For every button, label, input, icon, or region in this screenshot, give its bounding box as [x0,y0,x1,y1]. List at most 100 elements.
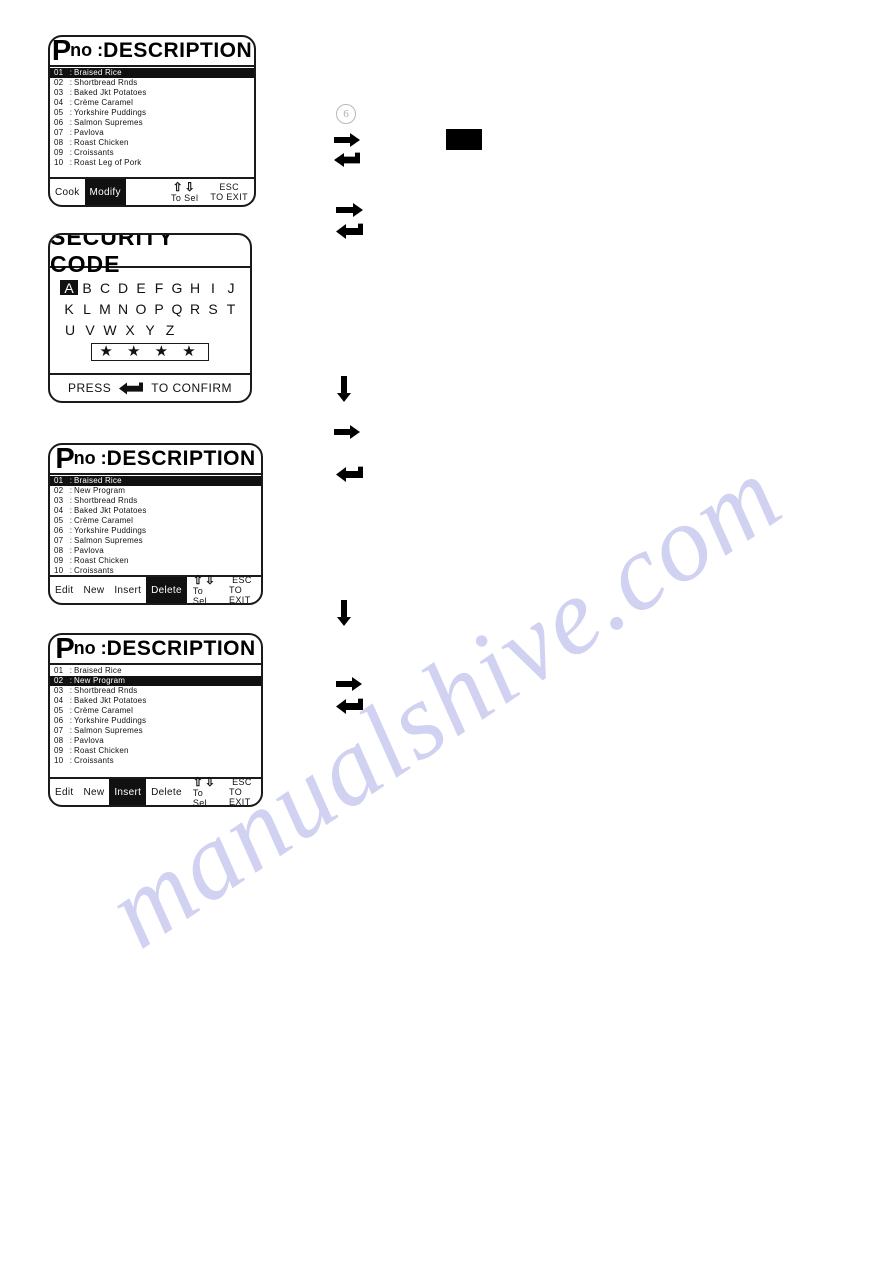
programme-row[interactable]: 01: Braised Rice [50,68,254,78]
softkey-modify[interactable]: Modify [84,179,126,205]
programme-number: 02 [54,486,64,495]
programme-name: Crème Caramel [74,98,134,107]
programme-row[interactable]: 04: Crème Caramel [50,98,254,108]
programme-row[interactable]: 07: Salmon Supremes [50,536,261,546]
programme-row[interactable]: 09: Roast Chicken [50,556,261,566]
programme-row[interactable]: 09: Croissants [50,148,254,158]
alphabet-key-c[interactable]: C [96,280,114,296]
programme-list-panel-1: P no : DESCRIPTION 01: Braised Rice 02: Sho… [48,35,256,207]
alphabet-key-l[interactable]: L [78,301,96,317]
panel-header-2: P no : DESCRIPTION [50,445,261,475]
programme-name: Shortbread Rnds [74,686,138,695]
alphabet-key-s[interactable]: S [204,301,222,317]
programme-number: 04 [54,696,64,705]
arrow-right-icon-4 [336,676,363,692]
alphabet-key-j[interactable]: J [222,280,240,296]
programme-row[interactable]: 03: Shortbread Rnds [50,496,261,506]
code-entry-field[interactable]: ★ ★ ★ ★ [91,343,209,361]
programme-name: Braised Rice [74,476,122,485]
programme-row[interactable]: 07: Salmon Supremes [50,726,261,736]
header-no-label: no : [70,40,104,60]
programme-rows-1: 01: Braised Rice 02: Shortbread Rnds 03: Bake… [50,67,254,168]
alphabet-key-r[interactable]: R [186,301,204,317]
alphabet-key-y[interactable]: Y [140,322,160,338]
alphabet-key-v[interactable]: V [80,322,100,338]
programme-row[interactable]: 09: Roast Chicken [50,746,261,756]
programme-row[interactable]: 06: Yorkshire Puddings [50,716,261,726]
up-down-arrows-icon: ⇧⇩ [192,774,217,789]
alphabet-key-d[interactable]: D [114,280,132,296]
programme-row[interactable]: 10: Croissants [50,756,261,766]
softkey-delete[interactable]: Delete [146,577,187,603]
programme-row[interactable]: 08: Roast Chicken [50,138,254,148]
softkey-edit[interactable]: Edit [50,577,78,603]
programme-row[interactable]: 05: Yorkshire Puddings [50,108,254,118]
programme-number: 03 [54,686,64,695]
softkey-insert[interactable]: Insert [109,577,146,603]
hint-exit-2: ESC TO EXIT [223,575,261,603]
programme-row[interactable]: 05: Crème Caramel [50,516,261,526]
softkey-edit[interactable]: Edit [50,779,78,805]
programme-number: 04 [54,506,64,515]
panel-header-3: P no : DESCRIPTION [50,635,261,665]
programme-number: 05 [54,108,64,117]
alphabet-key-b[interactable]: B [78,280,96,296]
alphabet-key-u[interactable]: U [60,322,80,338]
programme-row[interactable]: 08: Pavlova [50,736,261,746]
programme-row[interactable]: 01: Braised Rice [50,476,261,486]
programme-number: 10 [54,756,64,765]
header-description-label: DESCRIPTION [103,39,253,62]
programme-name: New Program [74,486,126,495]
alphabet-key-n[interactable]: N [114,301,132,317]
alphabet-key-a[interactable]: A [60,280,78,296]
hint-select-label-1: To Sel [170,192,199,203]
softkey-delete[interactable]: Delete [146,779,187,805]
programme-name: Braised Rice [74,666,122,675]
alphabet-key-o[interactable]: O [132,301,150,317]
programme-name: Pavlova [74,546,104,555]
programme-name: Shortbread Rnds [74,78,138,87]
programme-row[interactable]: 04: Baked Jkt Potatoes [50,506,261,516]
programme-row[interactable]: 03: Baked Jkt Potatoes [50,88,254,98]
hint-exit-label-1: TO EXIT [210,192,248,202]
programme-row[interactable]: 08: Pavlova [50,546,261,556]
alphabet-key-h[interactable]: H [186,280,204,296]
programme-row[interactable]: 02: New Program [50,486,261,496]
arrow-down-icon-2 [336,600,352,627]
arrow-enter-icon-3 [336,466,364,483]
alphabet-key-z[interactable]: Z [160,322,180,338]
programme-number: 01 [54,666,64,675]
programme-number: 07 [54,536,64,545]
programme-row[interactable]: 06: Salmon Supremes [50,118,254,128]
programme-row[interactable]: 03: Shortbread Rnds [50,686,261,696]
alphabet-key-e[interactable]: E [132,280,150,296]
alphabet-key-m[interactable]: M [96,301,114,317]
programme-row[interactable]: 05: Crème Caramel [50,706,261,716]
alphabet-key-q[interactable]: Q [168,301,186,317]
softkey-new[interactable]: New [78,577,109,603]
programme-row[interactable]: 06: Yorkshire Puddings [50,526,261,536]
softkey-bar-3: Edit New Insert Delete ⇧⇩ To Sel ESC TO EXI… [50,774,261,805]
alphabet-key-x[interactable]: X [120,322,140,338]
programme-row[interactable]: 10: Roast Leg of Pork [50,158,254,168]
alphabet-key-i[interactable]: I [204,280,222,296]
programme-row[interactable]: 01: Braised Rice [50,666,261,676]
softkey-new[interactable]: New [78,779,109,805]
softkey-cook[interactable]: Cook [50,179,85,205]
security-code-footer: PRESS TO CONFIRM [50,373,250,401]
softkey-insert[interactable]: Insert [109,779,147,805]
programme-number: 03 [54,88,64,97]
alphabet-key-k[interactable]: K [60,301,78,317]
programme-row[interactable]: 07: Pavlova [50,128,254,138]
alphabet-key-g[interactable]: G [168,280,186,296]
alphabet-key-f[interactable]: F [150,280,168,296]
alphabet-key-t[interactable]: T [222,301,240,317]
alphabet-key-w[interactable]: W [100,322,120,338]
panel-header-1: P no : DESCRIPTION [50,37,254,67]
programme-row[interactable]: 02: Shortbread Rnds [50,78,254,88]
alphabet-grid: ABCDEFGHIJ KLMNOPQRST UVWXYZ [50,268,250,338]
alphabet-key-p[interactable]: P [150,301,168,317]
programme-name: Roast Chicken [74,556,129,565]
programme-row[interactable]: 02: New Program [50,676,261,686]
programme-row[interactable]: 04: Baked Jkt Potatoes [50,696,261,706]
